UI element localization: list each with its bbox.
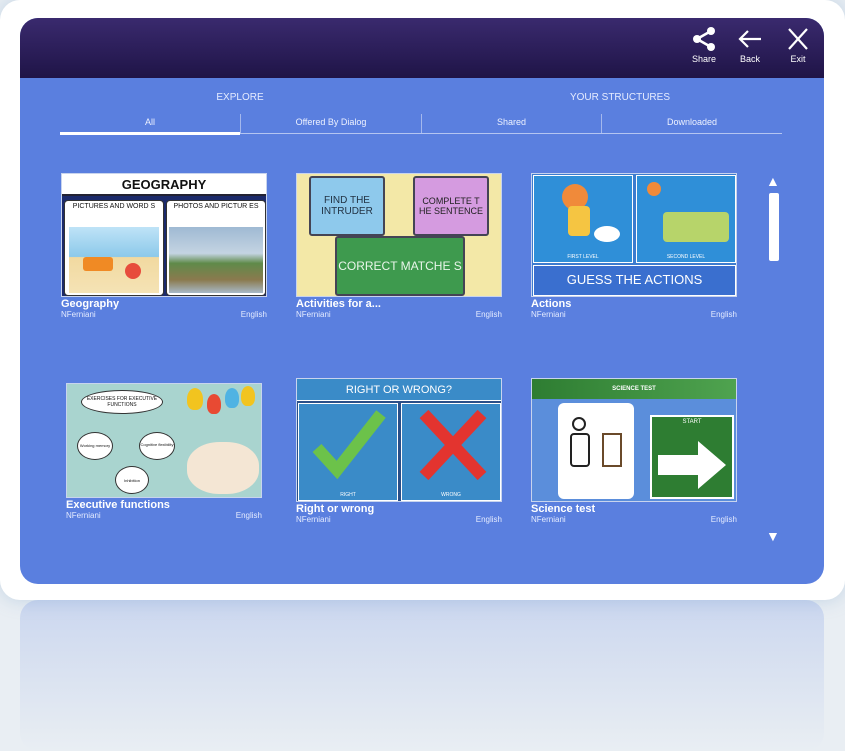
lightbulb-icon (207, 394, 221, 414)
structures-window: Share Back Exit EXPLORE YOUR STRUCTURES … (20, 18, 824, 584)
card-language: English (235, 511, 262, 520)
card-language: English (240, 310, 267, 319)
checkmark-icon (312, 410, 386, 480)
right-panel: RIGHT (298, 403, 398, 501)
card-author: NFerniani (531, 310, 566, 319)
back-button[interactable]: Back (730, 26, 770, 74)
start-label: START (682, 419, 702, 425)
exit-label: Exit (790, 54, 806, 64)
tab-offered-by-dialog[interactable]: Offered By Dialog (240, 114, 421, 133)
coast-photo (169, 227, 263, 293)
scroll-up-icon[interactable]: ▲ (766, 173, 780, 189)
card-title: Executive functions (66, 499, 170, 511)
card-thumbnail: RIGHT OR WRONG? RIGHT WRONG (296, 378, 502, 502)
window-reflection (20, 600, 824, 751)
card-thumbnail: EXERCISES FOR EXECUTIVE FUNCTIONS Workin… (66, 383, 262, 498)
arrow-right-icon (658, 441, 726, 489)
your-structures-section-label: YOUR STRUCTURES (569, 92, 670, 103)
thumb-panel-right: PHOTOS AND PICTUR ES (166, 200, 266, 296)
card-language: English (710, 310, 737, 319)
share-button[interactable]: Share (684, 26, 724, 74)
share-icon (693, 27, 715, 51)
thumb-heading: GEOGRAPHY (62, 174, 266, 196)
card-thumbnail: FIND THE INTRUDER COMPLETE T HE SENTENCE… (296, 173, 502, 297)
structure-card-actions[interactable]: FIRST LEVEL SECOND LEVEL GUESS THE ACTIO… (531, 173, 737, 321)
structure-card-geography[interactable]: GEOGRAPHY PICTURES AND WORD S PHOTOS AND… (61, 173, 267, 321)
brain-icon (187, 442, 259, 494)
card-title: Science test (531, 503, 596, 515)
card-title: Right or wrong (296, 503, 375, 515)
wrong-panel: WRONG (401, 403, 501, 501)
card-meta: NFerniani English (531, 515, 737, 526)
correct-matches-tile: CORRECT MATCHE S (335, 236, 465, 296)
exit-button[interactable]: Exit (778, 26, 818, 74)
share-label: Share (691, 54, 717, 64)
scrollbar-thumb[interactable] (769, 193, 779, 261)
beach-illustration (69, 227, 159, 293)
card-meta: NFerniani English (296, 310, 502, 321)
cross-icon (419, 409, 487, 481)
second-level-label: SECOND LEVEL (666, 254, 706, 260)
thumb-panel-left-label: PICTURES AND WORD S (72, 203, 156, 210)
card-author: NFerniani (296, 515, 331, 524)
cognitive-flexibility-bubble: Cognitive flexibility (139, 432, 175, 460)
scroll-down-icon[interactable]: ▼ (766, 528, 780, 544)
card-language: English (710, 515, 737, 524)
complete-sentence-tile: COMPLETE T HE SENTENCE (413, 176, 489, 236)
tab-all[interactable]: All (60, 114, 240, 135)
right-label: RIGHT (340, 492, 356, 498)
thumb-panel-left: PICTURES AND WORD S (64, 200, 164, 296)
guess-actions-banner: GUESS THE ACTIONS (533, 265, 736, 296)
wrong-label: WRONG (441, 492, 461, 498)
top-bar: Share Back Exit (20, 18, 824, 78)
tabs-area: EXPLORE YOUR STRUCTURES All Offered By D… (60, 92, 782, 135)
card-title: Actions (531, 298, 572, 310)
card-title: Geography (61, 298, 120, 310)
thumb-panel-right-label: PHOTOS AND PICTUR ES (173, 203, 259, 210)
back-label: Back (739, 54, 760, 64)
card-meta: NFerniani English (61, 310, 267, 321)
card-author: NFerniani (61, 310, 96, 319)
explore-section-label: EXPLORE (216, 92, 264, 103)
structure-card-science-test[interactable]: SCIENCE TEST START Science test NFernian… (531, 378, 737, 526)
tab-downloaded[interactable]: Downloaded (601, 114, 782, 133)
lightbulb-icon (225, 388, 239, 408)
card-author: NFerniani (66, 511, 101, 520)
working-memory-bubble: Working memory (77, 432, 113, 460)
card-thumbnail: SCIENCE TEST START (531, 378, 737, 502)
structure-card-right-or-wrong[interactable]: RIGHT OR WRONG? RIGHT WRONG Right or wro… (296, 378, 502, 526)
inhibition-bubble: Inhibition (115, 466, 149, 494)
lightbulb-icon (187, 388, 203, 410)
card-thumbnail: FIRST LEVEL SECOND LEVEL GUESS THE ACTIO… (531, 173, 737, 297)
card-meta: NFerniani English (66, 511, 272, 522)
tab-bar: All Offered By Dialog Shared Downloaded (60, 114, 782, 135)
exercises-bubble: EXERCISES FOR EXECUTIVE FUNCTIONS (81, 390, 163, 414)
tab-shared[interactable]: Shared (421, 114, 601, 133)
thumb-heading: SCIENCE TEST (532, 379, 736, 399)
structure-card-activities[interactable]: FIND THE INTRUDER COMPLETE T HE SENTENCE… (296, 173, 502, 321)
lightbulb-icon (241, 386, 255, 406)
card-meta: NFerniani English (531, 310, 737, 321)
card-meta: NFerniani English (296, 515, 502, 526)
close-icon (788, 28, 808, 50)
card-title: Activities for a... (296, 298, 381, 310)
card-language: English (475, 310, 502, 319)
card-thumbnail: GEOGRAPHY PICTURES AND WORD S PHOTOS AND… (61, 173, 267, 297)
card-author: NFerniani (531, 515, 566, 524)
second-level-panel: SECOND LEVEL (636, 175, 736, 263)
thumb-heading: RIGHT OR WRONG? (297, 379, 501, 401)
first-level-label: FIRST LEVEL (567, 254, 599, 260)
first-level-panel: FIRST LEVEL (533, 175, 633, 263)
structure-card-executive-functions[interactable]: EXERCISES FOR EXECUTIVE FUNCTIONS Workin… (66, 383, 272, 522)
back-arrow-icon (738, 30, 761, 48)
start-button-tile: START (650, 415, 734, 499)
card-language: English (475, 515, 502, 524)
card-author: NFerniani (296, 310, 331, 319)
find-intruder-tile: FIND THE INTRUDER (309, 176, 385, 236)
scientist-card (558, 403, 634, 499)
